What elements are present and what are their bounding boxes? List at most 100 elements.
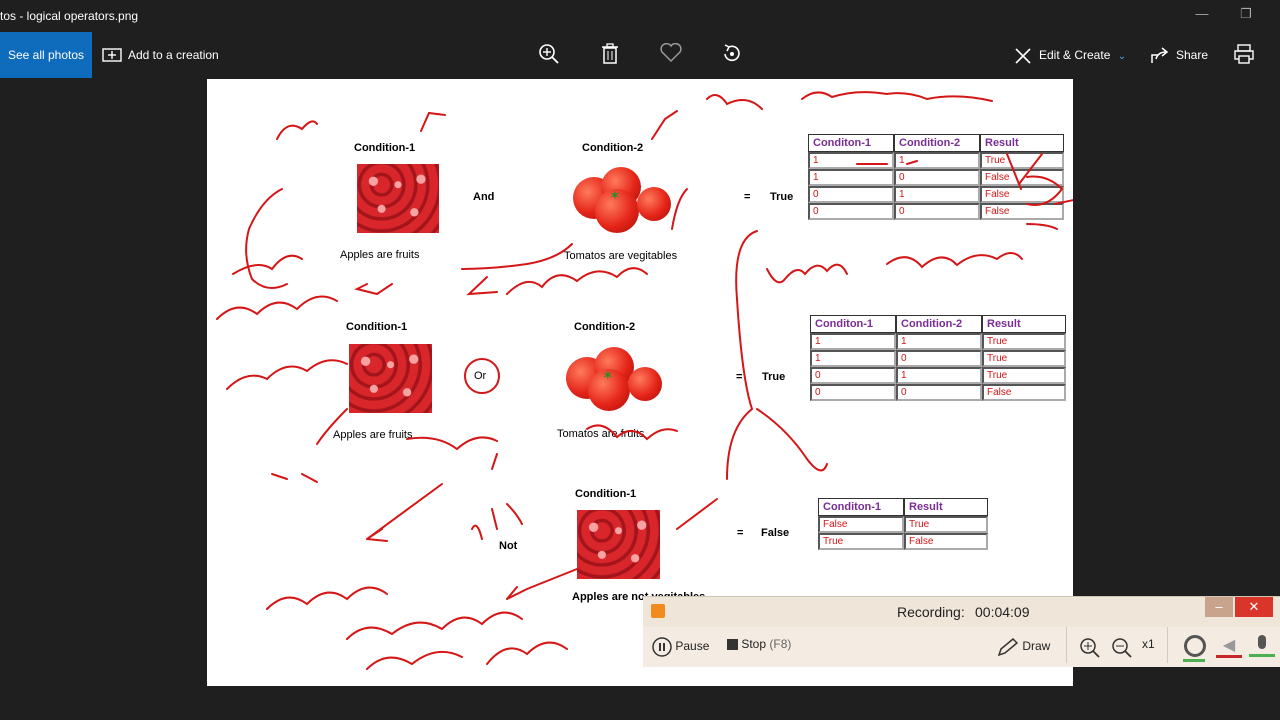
webcam-icon[interactable] [1183, 635, 1206, 662]
tomatoes-image: ✶ [569, 163, 675, 235]
edit-create-icon [1015, 48, 1031, 64]
table-cell: 0 [810, 384, 896, 401]
recording-time: 00:04:09 [975, 604, 1030, 620]
zoom-in-icon[interactable] [536, 43, 562, 67]
edit-create-label: Edit & Create [1039, 48, 1111, 62]
table-cell: True [818, 533, 904, 550]
close-recorder-button[interactable]: ✕ [1235, 597, 1273, 617]
and-caption-1: Apples are fruits [340, 249, 420, 261]
speaker-icon[interactable]: ◀ [1216, 635, 1242, 659]
minimize-button[interactable]: — [1190, 6, 1214, 26]
table-cell: 1 [810, 350, 896, 367]
recording-panel: Recording: 00:04:09 – ✕ Pause Stop (F8) … [643, 596, 1280, 667]
table-row: 1 0 False [808, 169, 1064, 186]
and-operator-label: And [473, 191, 495, 203]
divider [1167, 627, 1168, 663]
delete-icon[interactable] [597, 43, 623, 67]
table-cell: 0 [896, 350, 982, 367]
table-header: Conditon-1 [810, 315, 896, 333]
add-to-creation-label: Add to a creation [128, 48, 219, 62]
table-cell: 1 [810, 333, 896, 350]
table-cell: True [982, 350, 1066, 367]
table-cell: True [982, 367, 1066, 384]
table-cell: False [980, 203, 1064, 220]
or-caption-2: Tomatos are fruits [557, 428, 645, 440]
favorite-icon[interactable] [658, 42, 684, 67]
pause-button[interactable]: Pause [652, 637, 709, 657]
table-row: 0 0 False [810, 384, 1066, 401]
table-cell: 1 [808, 152, 894, 169]
and-result: True [770, 191, 794, 203]
table-header: Result [980, 134, 1064, 152]
table-header: Result [904, 498, 988, 516]
recorder-logo-icon [651, 604, 665, 618]
apples-image [357, 164, 439, 233]
table-cell: True [982, 333, 1066, 350]
and-condition-1-label: Condition-1 [354, 142, 416, 154]
or-equals: = [736, 371, 743, 383]
table-header: Conditon-1 [818, 498, 904, 516]
apples-image [349, 344, 432, 413]
pause-label: Pause [675, 639, 710, 654]
not-equals: = [737, 527, 744, 539]
table-cell: True [904, 516, 988, 533]
restore-button[interactable]: ❐ [1234, 6, 1258, 26]
see-all-photos-button[interactable]: See all photos [0, 32, 92, 78]
table-cell: False [980, 169, 1064, 186]
and-equals: = [744, 191, 751, 203]
table-cell: 1 [808, 169, 894, 186]
table-cell: 0 [808, 203, 894, 220]
photo-canvas: Condition-1 Apples are fruits And Condit… [207, 79, 1073, 686]
share-icon [1151, 47, 1169, 63]
add-to-creation-button[interactable]: Add to a creation [102, 32, 219, 78]
zoom-in-icon[interactable] [1079, 637, 1101, 659]
rotate-icon[interactable] [719, 43, 745, 67]
table-cell: 0 [810, 367, 896, 384]
recording-label: Recording: [897, 604, 965, 620]
minimize-recorder-button[interactable]: – [1205, 597, 1233, 617]
divider [1066, 627, 1067, 663]
table-header: Result [982, 315, 1066, 333]
table-cell: 0 [894, 203, 980, 220]
table-cell: False [982, 384, 1066, 401]
and-caption-2: Tomatos are vegitables [564, 250, 678, 262]
zoom-level: x1 [1142, 637, 1155, 651]
microphone-icon[interactable] [1249, 635, 1275, 659]
table-header: Condition-2 [896, 315, 982, 333]
table-row: 1 1 True [808, 152, 1064, 169]
and-truth-table: Conditon-1 Condition-2 Result 1 1 True 10F… [808, 134, 1064, 220]
table-cell: 0 [896, 384, 982, 401]
table-row: 1 1 True [810, 333, 1066, 350]
window-title: tos - logical operators.png [0, 9, 139, 23]
or-truth-table: Conditon-1 Condition-2 Result 1 1 True 10T… [810, 315, 1066, 401]
not-result: False [761, 527, 790, 539]
share-button[interactable]: Share [1150, 32, 1208, 78]
or-operator-label: Or [474, 370, 487, 382]
apples-image [577, 510, 660, 579]
table-header: Condition-2 [894, 134, 980, 152]
table-row: 0 1 True [810, 367, 1066, 384]
zoom-out-icon[interactable] [1111, 637, 1133, 659]
table-cell: False [818, 516, 904, 533]
title-bar: tos - logical operators.png — ❐ [0, 0, 1280, 32]
share-label: Share [1176, 48, 1209, 62]
stop-shortcut: (F8) [769, 637, 792, 651]
table-cell: 1 [894, 186, 980, 203]
table-cell: 1 [894, 152, 980, 169]
print-icon[interactable] [1231, 43, 1257, 67]
table-cell: False [904, 533, 988, 550]
table-row: 1 0 True [810, 350, 1066, 367]
edit-create-button[interactable]: Edit & Create ⌄ [1013, 32, 1126, 78]
draw-button[interactable]: Draw [997, 637, 1050, 657]
table-cell: True [980, 152, 1064, 169]
table-row: False True [818, 516, 988, 533]
or-condition-1-label: Condition-1 [346, 321, 408, 333]
draw-label: Draw [1022, 639, 1051, 654]
or-condition-2-label: Condition-2 [574, 321, 636, 333]
stop-icon [727, 639, 738, 651]
stop-button[interactable]: Stop (F8) [727, 637, 791, 651]
or-result: True [762, 371, 786, 383]
and-condition-2-label: Condition-2 [582, 142, 644, 154]
stop-label: Stop [741, 637, 767, 651]
table-row: 0 1 False [808, 186, 1064, 203]
